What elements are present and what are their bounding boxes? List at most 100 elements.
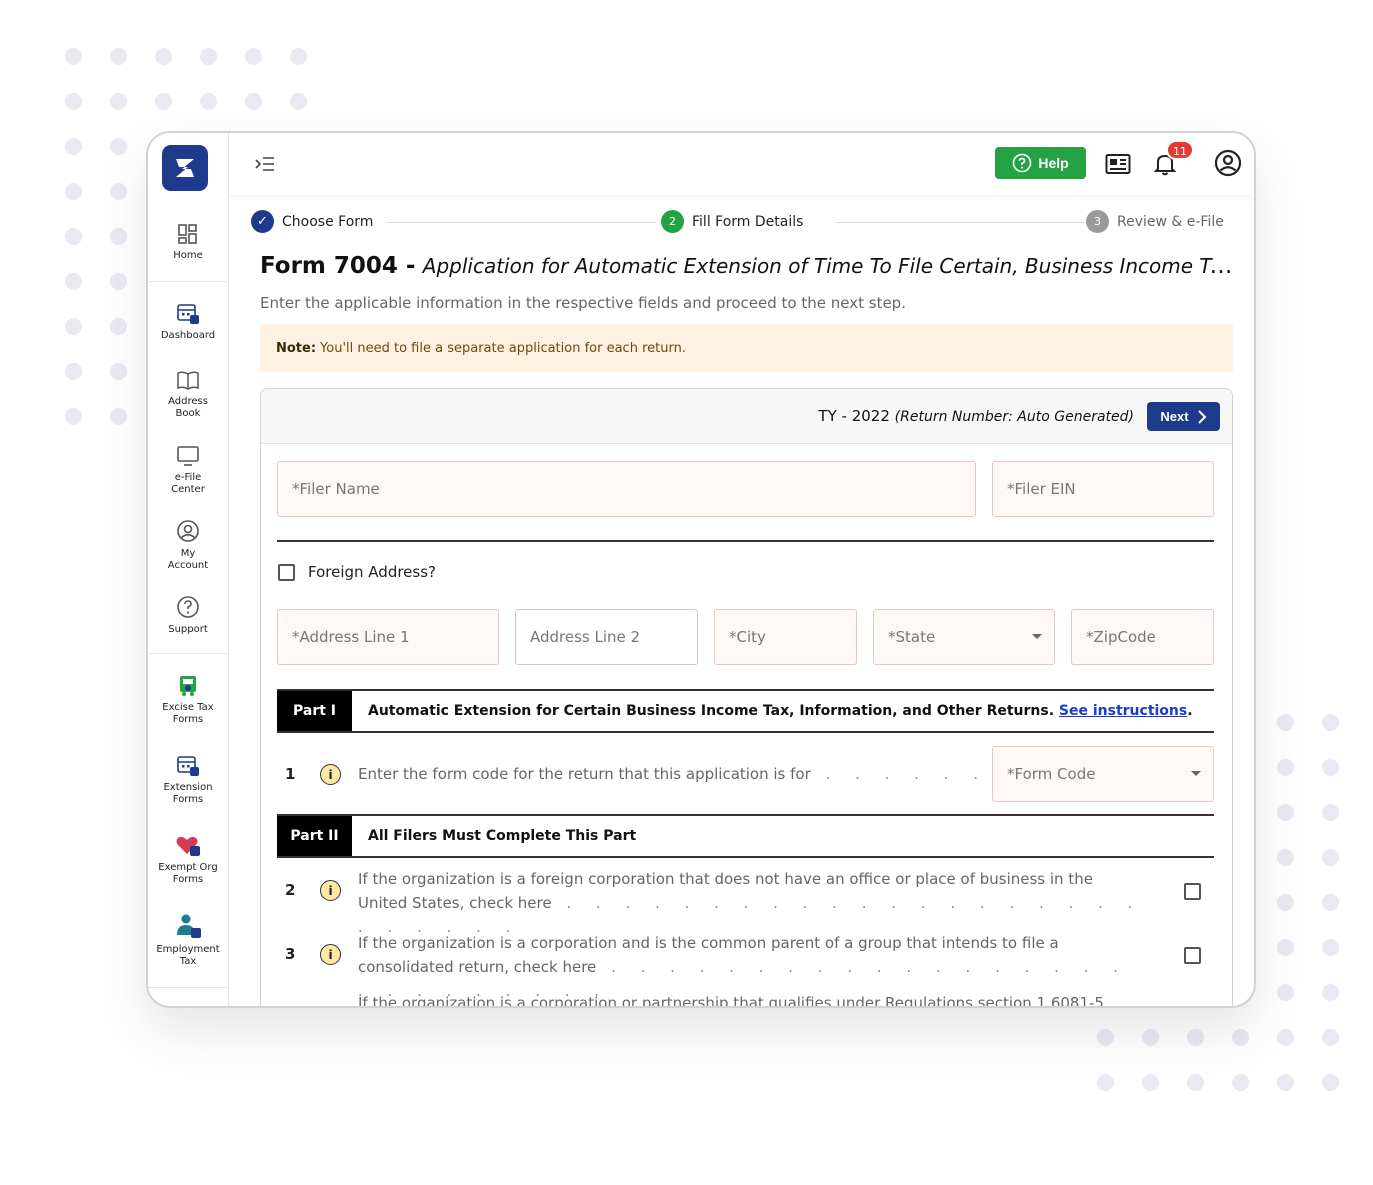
sidebar-item-address-book[interactable]: Address Book — [148, 369, 228, 420]
help-button[interactable]: Help — [995, 147, 1086, 179]
help-label: Help — [1038, 155, 1069, 171]
decor-dot — [1322, 1074, 1339, 1091]
tax-year: TY - 2022 (Return Number: Auto Generated… — [818, 407, 1134, 425]
sidebar: Home Dashboard Address Book e-File Cente… — [148, 133, 229, 1006]
decor-dot — [1322, 939, 1339, 956]
foreign-address-label: Foreign Address? — [308, 563, 436, 581]
sidebar-item-my-account[interactable]: My Account — [148, 519, 228, 572]
info-icon[interactable]: i — [320, 944, 341, 965]
divider — [277, 540, 1214, 542]
decor-dot — [1142, 1029, 1159, 1046]
sidebar-item-exempt-org-forms[interactable]: Exempt Org Forms — [148, 833, 228, 886]
part-1-tag: Part I — [277, 691, 352, 731]
decor-dot — [1097, 1074, 1114, 1091]
decor-dot — [1322, 759, 1339, 776]
decor-dot — [110, 363, 127, 380]
heart-icon — [176, 836, 200, 856]
contact-card-icon[interactable] — [1105, 153, 1131, 175]
address-line2-input[interactable]: Address Line 2 — [515, 609, 698, 665]
line-2-text-row2: United States, check here — [358, 894, 552, 912]
form-code-select[interactable]: *Form Code — [992, 746, 1214, 802]
step-connector — [836, 222, 1098, 223]
sidebar-item-label: Employment Tax — [156, 944, 220, 967]
decor-dot — [110, 318, 127, 335]
next-button[interactable]: Next — [1147, 402, 1220, 431]
form-number: Form 7004 - — [260, 253, 416, 279]
decor-dot — [1232, 1074, 1249, 1091]
decor-dot — [110, 48, 127, 65]
sidebar-item-label: Extension Forms — [163, 782, 213, 805]
see-instructions-link[interactable]: See instructions — [1059, 703, 1187, 719]
app-window: Home Dashboard Address Book e-File Cente… — [146, 131, 1256, 1008]
sidebar-item-support[interactable]: Support — [148, 595, 228, 636]
step-fill-form-details[interactable]: 2 Fill Form Details — [661, 210, 803, 233]
line-2-text-row1: If the organization is a foreign corpora… — [358, 870, 1093, 888]
decor-dot — [65, 138, 82, 155]
caret-down-icon — [1191, 771, 1201, 776]
filer-ein-input[interactable]: *Filer EIN — [992, 461, 1214, 517]
decor-dot — [155, 48, 172, 65]
sidebar-item-dashboard[interactable]: Dashboard — [148, 301, 228, 342]
form-card: TY - 2022 (Return Number: Auto Generated… — [260, 388, 1233, 1008]
decor-dot — [155, 93, 172, 110]
step-check-icon: ✓ — [251, 210, 274, 233]
part-1-title: Automatic Extension for Certain Business… — [352, 703, 1193, 719]
sidebar-item-label: Excise Tax Forms — [162, 702, 214, 725]
decor-dot — [1322, 849, 1339, 866]
sidebar-item-label: Address Book — [168, 396, 208, 419]
zipcode-input[interactable]: *ZipCode — [1071, 609, 1214, 665]
calendar-icon — [177, 304, 199, 324]
form-description: Application for Automatic Extension of T… — [422, 254, 1235, 278]
calendar-icon — [177, 756, 199, 776]
decor-dot — [65, 48, 82, 65]
app-logo[interactable] — [162, 145, 208, 191]
decor-dot — [1187, 1029, 1204, 1046]
step-review-efile[interactable]: 3 Review & e-File — [1086, 210, 1224, 233]
part-2-tag: Part II — [277, 816, 352, 856]
sidebar-divider — [148, 653, 228, 654]
part-1-period: . — [1187, 703, 1193, 719]
decor-dot — [1277, 894, 1294, 911]
user-icon — [177, 520, 199, 542]
sidebar-item-label: Exempt Org Forms — [158, 862, 218, 885]
caret-down-icon — [1032, 634, 1042, 639]
decor-dot — [1277, 939, 1294, 956]
state-select[interactable]: *State — [873, 609, 1055, 665]
step-label: Fill Form Details — [692, 213, 804, 230]
sidebar-item-efile-center[interactable]: e-File Center — [148, 445, 228, 496]
decor-dot — [110, 228, 127, 245]
info-icon[interactable]: i — [320, 880, 341, 901]
step-label: Choose Form — [282, 213, 374, 230]
decor-dot — [200, 48, 217, 65]
sidebar-item-employment-tax[interactable]: Employment Tax — [148, 913, 228, 968]
address-line1-input[interactable]: *Address Line 1 — [277, 609, 499, 665]
sidebar-item-excise-tax-forms[interactable]: Excise Tax Forms — [148, 673, 228, 726]
stepper: ✓ Choose Form 2 Fill Form Details 3 Revi… — [251, 210, 1229, 236]
decor-dot — [110, 408, 127, 425]
line-2-checkbox[interactable] — [1184, 883, 1201, 900]
decor-dot — [110, 273, 127, 290]
decor-dot — [290, 93, 307, 110]
decor-dot — [65, 273, 82, 290]
step-choose-form[interactable]: ✓ Choose Form — [251, 210, 373, 233]
line-3-checkbox[interactable] — [1184, 947, 1201, 964]
menu-toggle-icon[interactable] — [254, 153, 276, 175]
part-1-title-text: Automatic Extension for Certain Business… — [368, 703, 1055, 719]
return-number: (Return Number: Auto Generated) — [894, 409, 1134, 425]
state-select-value: *State — [888, 628, 936, 646]
info-icon[interactable]: i — [320, 764, 341, 785]
filer-name-input[interactable]: *Filer Name — [277, 461, 976, 517]
sidebar-divider — [148, 281, 228, 282]
decor-dot — [1277, 714, 1294, 731]
line-4-text: If the organization is a corporation or … — [358, 994, 1104, 1008]
profile-icon[interactable] — [1214, 149, 1242, 177]
main-content: ✓ Choose Form 2 Fill Form Details 3 Revi… — [229, 195, 1254, 1006]
city-input[interactable]: *City — [714, 609, 857, 665]
line-3-text-row1: If the organization is a corporation and… — [358, 934, 1059, 952]
chevron-right-icon — [1197, 409, 1207, 424]
foreign-address-checkbox[interactable] — [278, 564, 295, 581]
sidebar-item-home[interactable]: Home — [148, 223, 228, 262]
sidebar-item-extension-forms[interactable]: Extension Forms — [148, 753, 228, 806]
decor-dot — [1277, 849, 1294, 866]
question-icon — [177, 596, 199, 618]
